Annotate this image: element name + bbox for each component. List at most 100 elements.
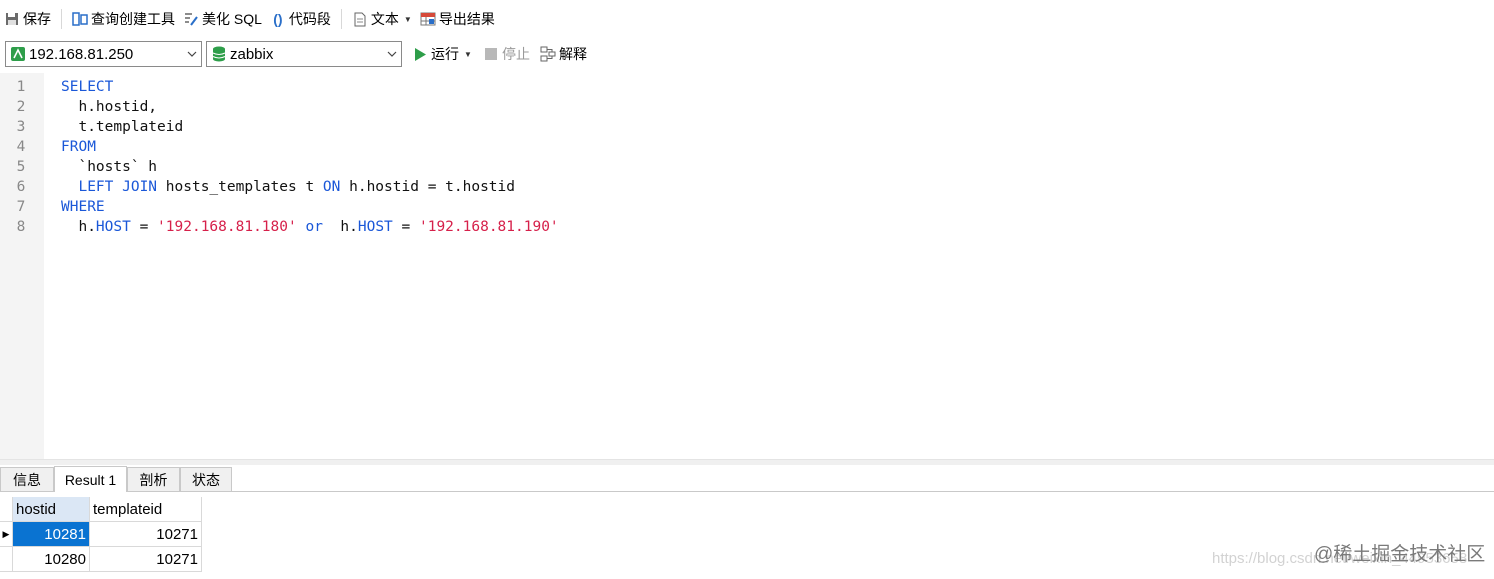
tab-status[interactable]: 状态 [180, 467, 232, 491]
play-icon [412, 46, 428, 62]
code-line[interactable]: 8 h.HOST = '192.168.81.180' or h.HOST = … [0, 217, 1494, 237]
code-line[interactable]: 7 WHERE [0, 197, 1494, 217]
beautify-sql-button[interactable]: 美化 SQL [179, 5, 266, 33]
stop-icon [483, 46, 499, 62]
line-code: h.hostid, [61, 97, 157, 117]
tab-profile[interactable]: 剖析 [127, 467, 180, 491]
sql-keyword: WHERE [61, 199, 105, 215]
connection-value: 192.168.81.250 [29, 45, 134, 63]
current-row-arrow-icon: ▶ [2, 528, 10, 539]
tab-result-1-label: Result 1 [64, 471, 117, 488]
column-header-label: templateid [93, 500, 163, 518]
code-line[interactable]: 5 `hosts` h [0, 157, 1494, 177]
save-label: 保存 [23, 11, 51, 27]
query-builder-button[interactable]: 查询创建工具 [68, 5, 179, 33]
code-snippet-label: 代码段 [288, 11, 331, 27]
line-code: h.HOST = '192.168.81.180' or h.HOST = '1… [61, 217, 559, 237]
code-line[interactable]: 3 t.templateid [0, 117, 1494, 137]
export-results-label: 导出结果 [438, 11, 495, 27]
explain-button[interactable]: 解释 [536, 40, 591, 68]
sql-keyword: LEFT JOIN [78, 179, 158, 195]
tab-result-1[interactable]: Result 1 [54, 466, 127, 492]
sql-text: t.templateid [61, 119, 184, 135]
column-header-hostid[interactable]: hostid [13, 497, 90, 522]
code-line[interactable]: 1 SELECT [0, 77, 1494, 97]
toolbar-divider [61, 9, 62, 29]
stop-label: 停止 [502, 46, 530, 62]
sql-keyword: SELECT [61, 79, 114, 95]
tab-info[interactable]: 信息 [0, 467, 54, 491]
tab-profile-label: 剖析 [139, 471, 168, 488]
row-indicator[interactable] [0, 547, 13, 572]
parentheses-icon: () [273, 11, 283, 27]
run-button[interactable]: 运行 ▼ [408, 40, 476, 68]
database-select[interactable]: zabbix [206, 41, 402, 67]
sql-editor[interactable]: 1 SELECT 2 h.hostid, 3 t.templateid 4 FROM 5 `… [0, 73, 1494, 459]
explain-icon [540, 46, 556, 62]
code-line[interactable]: 4 FROM [0, 137, 1494, 157]
save-button[interactable]: 保存 [0, 5, 55, 33]
connection-select[interactable]: 192.168.81.250 [5, 41, 202, 67]
connection-icon [11, 47, 25, 61]
main-toolbar: 保存 查询创建工具 美化 SQL () 代码段 文本 ▼ 导出结果 [0, 0, 1494, 38]
result-tabs: 信息 Result 1 剖析 状态 [0, 465, 1494, 492]
line-code: FROM [61, 137, 96, 157]
chevron-down-icon[interactable] [183, 51, 201, 57]
sql-text: h. [61, 219, 96, 235]
code-snippet-button[interactable]: () 代码段 [266, 5, 335, 33]
sql-keyword: or [305, 219, 323, 235]
sql-string: '192.168.81.180' [157, 219, 297, 235]
query-builder-icon [72, 11, 88, 27]
save-icon [4, 11, 20, 27]
line-code: WHERE [61, 197, 105, 217]
grid-corner [0, 497, 13, 522]
line-number: 6 [16, 179, 26, 195]
document-icon [352, 11, 368, 27]
chevron-down-icon: ▼ [403, 14, 412, 24]
line-number: 2 [16, 99, 26, 115]
sql-string: '192.168.81.190' [418, 219, 559, 235]
tab-info-label: 信息 [13, 471, 41, 488]
code-line[interactable]: 2 h.hostid, [0, 97, 1494, 117]
sql-text: `hosts` h [61, 159, 158, 175]
table-cell[interactable]: 10271 [90, 522, 202, 547]
line-number: 7 [16, 199, 26, 215]
cell-value: 10271 [156, 525, 198, 543]
code-line[interactable]: 6 LEFT JOIN hosts_templates t ON h.hosti… [0, 177, 1494, 197]
column-header-templateid[interactable]: templateid [90, 497, 202, 522]
line-code: LEFT JOIN hosts_templates t ON h.hostid … [61, 177, 515, 197]
cell-value: 10281 [44, 525, 86, 543]
sql-text: = [392, 219, 419, 235]
table-cell[interactable]: 10280 [13, 547, 90, 572]
sql-text: hosts_templates t [157, 179, 323, 195]
export-results-button[interactable]: 导出结果 [416, 5, 499, 33]
database-value: zabbix [230, 45, 274, 63]
code-area[interactable]: 1 SELECT 2 h.hostid, 3 t.templateid 4 FROM 5 `… [0, 77, 1494, 237]
line-number: 8 [16, 219, 26, 235]
text-mode-label: 文本 [370, 11, 399, 27]
text-mode-button[interactable]: 文本 ▼ [348, 5, 416, 33]
row-indicator[interactable]: ▶ [0, 522, 13, 547]
line-number: 3 [16, 119, 26, 135]
export-grid-icon [420, 11, 436, 27]
chevron-down-icon[interactable] [383, 51, 401, 57]
sql-text: = [130, 219, 158, 235]
line-code: `hosts` h [61, 157, 157, 177]
run-label: 运行 [431, 46, 459, 62]
table-cell[interactable]: 10271 [90, 547, 202, 572]
query-builder-label: 查询创建工具 [91, 11, 175, 27]
sql-keyword: HOST [95, 219, 131, 235]
database-icon [212, 46, 226, 62]
explain-label: 解释 [559, 46, 587, 62]
cell-value: 10280 [44, 550, 86, 568]
brand-watermark: @稀土掘金技术社区 [1314, 544, 1486, 565]
chevron-down-icon: ▼ [464, 49, 472, 59]
table-cell[interactable]: 10281 [13, 522, 90, 547]
sql-text: h.hostid = t.hostid [340, 179, 515, 195]
cell-value: 10271 [156, 550, 198, 568]
tab-status-label: 状态 [192, 471, 220, 488]
stop-button[interactable]: 停止 [479, 40, 534, 68]
sql-keyword: HOST [357, 219, 393, 235]
sql-text: h.hostid, [61, 99, 158, 115]
